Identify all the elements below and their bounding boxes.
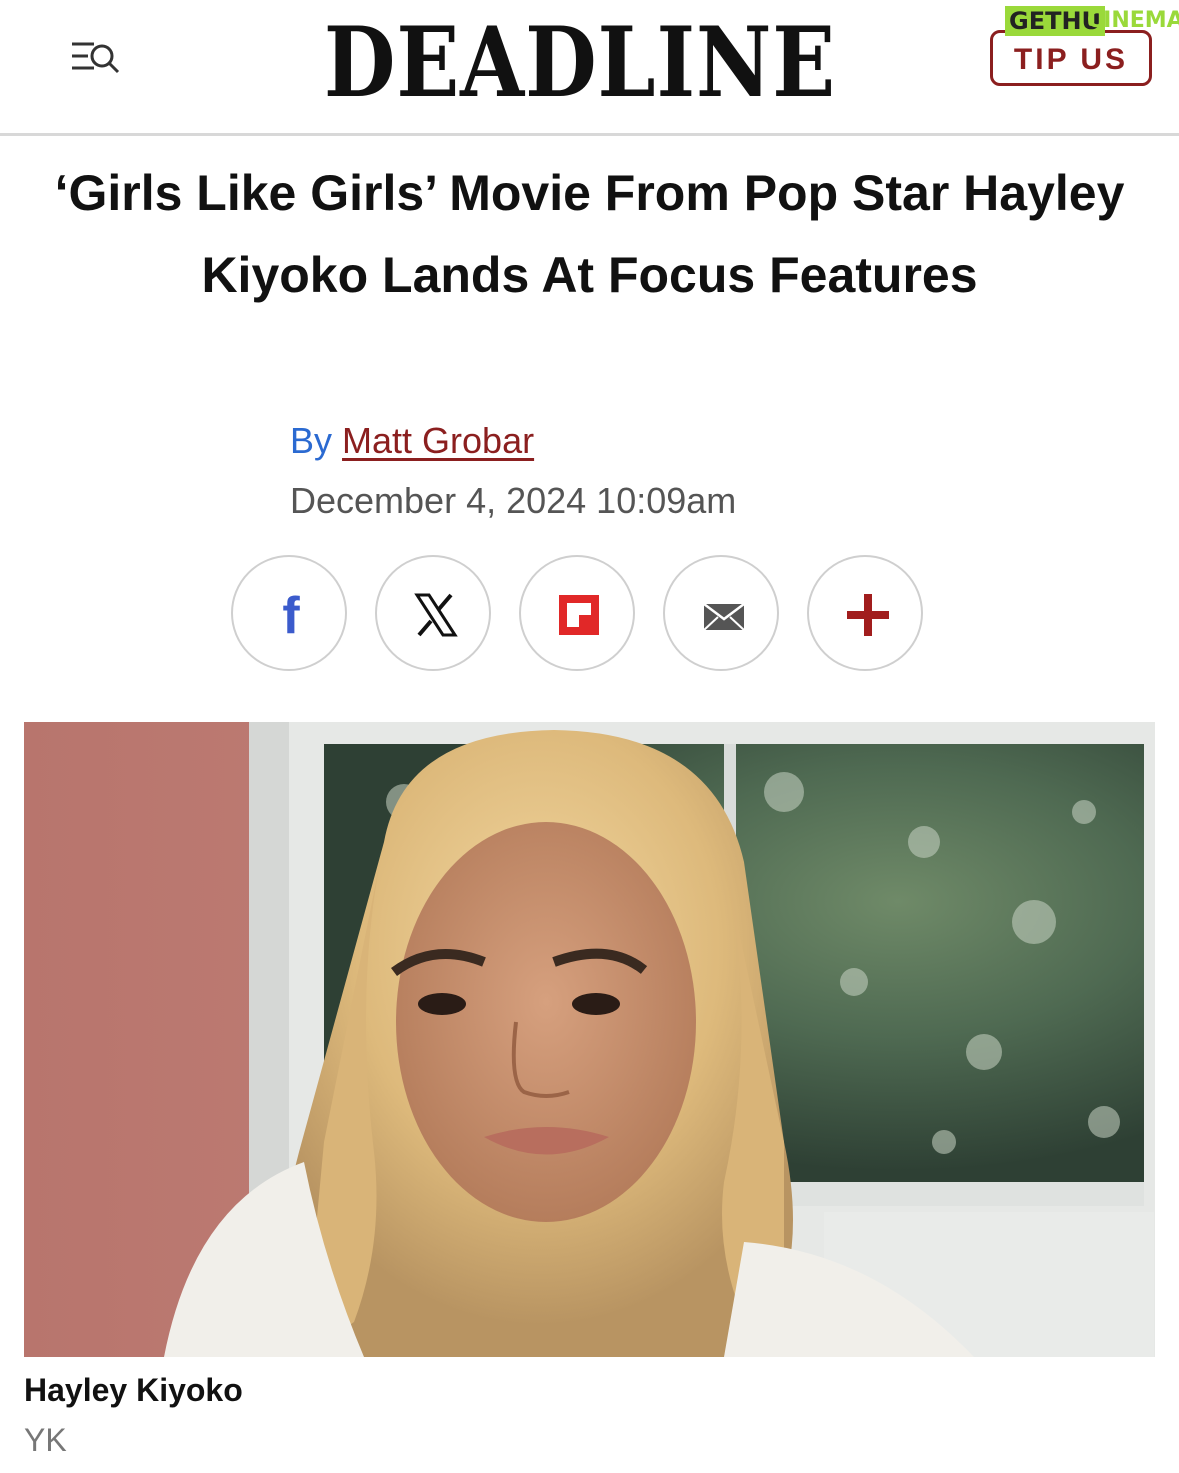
x-icon [414,593,458,637]
photo-credit: YK [24,1422,67,1458]
flipboard-icon [559,595,599,635]
share-more-button[interactable] [807,555,923,671]
photo-caption: Hayley Kiyoko [24,1372,243,1408]
article-headline: ‘Girls Like Girls’ Movie From Pop Star H… [54,165,1125,303]
menu-search-icon[interactable] [68,36,124,82]
site-logo[interactable]: DEADLINE [296,8,864,118]
email-icon [703,603,745,631]
watermark-text-2: CINEMA [1087,8,1179,33]
site-header: DEADLINE TIP US GETHU CINEMA [0,0,1179,136]
article-photo [24,722,1155,1357]
publish-date: December 4, 2024 10:09am [290,480,737,521]
facebook-icon: f [282,587,300,645]
share-x-button[interactable] [375,555,491,671]
byline-label: By [290,420,333,461]
watermark: GETHU CINEMA [1003,6,1179,40]
plus-icon [847,594,889,636]
author-link[interactable]: Matt Grobar [342,420,534,461]
share-flipboard-button[interactable] [519,555,635,671]
share-email-button[interactable] [663,555,779,671]
svg-text:f: f [282,587,300,645]
byline: By Matt Grobar [290,420,534,462]
share-facebook-button[interactable]: f [231,555,347,671]
